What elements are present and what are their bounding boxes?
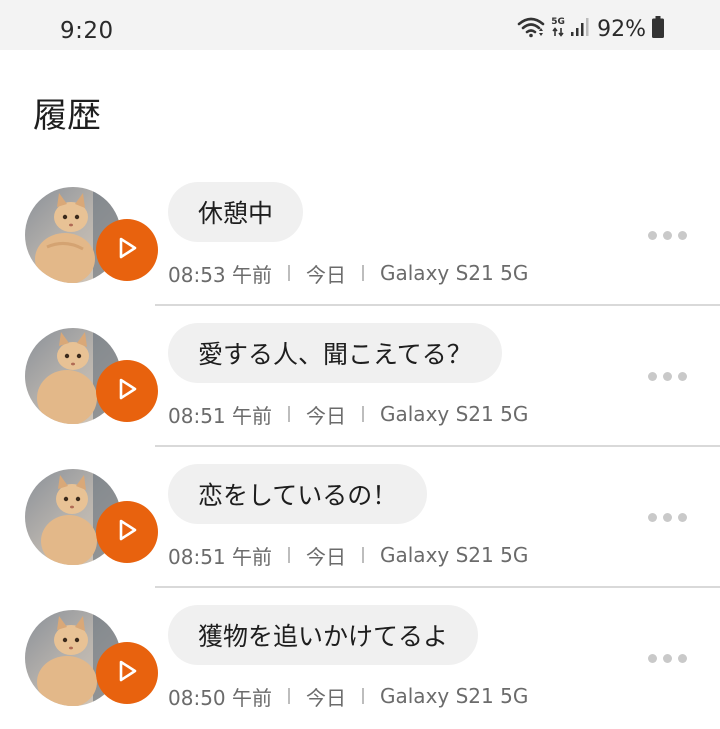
message-device: Galaxy S21 5G [380,684,529,708]
meta-divider [362,688,364,704]
more-icon[interactable] [648,652,687,664]
history-item[interactable]: 愛する人、聞こえてる？ 08:51 午前 今日 Galaxy S21 5G [0,306,720,447]
message-meta: 08:53 午前 今日 Galaxy S21 5G [168,261,529,287]
message-meta: 08:51 午前 今日 Galaxy S21 5G [168,402,529,428]
more-icon[interactable] [648,229,687,241]
message-day: 今日 [306,262,346,287]
meta-divider [362,547,364,563]
message-bubble: 愛する人、聞こえてる？ [168,323,502,383]
message-time: 08:53 午前 [168,262,272,287]
more-icon[interactable] [648,511,687,523]
message-day: 今日 [306,685,346,710]
history-list: 休憩中 08:53 午前 今日 Galaxy S21 5G 愛する人、聞こえてる… [0,165,720,729]
message-device: Galaxy S21 5G [380,543,529,567]
history-item[interactable]: 獲物を追いかけてるよ 08:50 午前 今日 Galaxy S21 5G [0,588,720,729]
play-icon [115,377,139,405]
meta-divider [288,265,290,281]
play-button[interactable] [96,219,158,281]
status-icons: 5G 92% [517,14,664,44]
meta-divider [288,547,290,563]
message-bubble: 獲物を追いかけてるよ [168,605,479,665]
message-meta: 08:51 午前 今日 Galaxy S21 5G [168,543,529,569]
network-type: 5G [551,18,565,40]
page-title: 履歴 [33,96,101,136]
message-day: 今日 [306,403,346,428]
message-meta: 08:50 午前 今日 Galaxy S21 5G [168,684,529,710]
battery-percent: 92% [597,16,646,42]
message-time: 08:51 午前 [168,544,272,569]
play-icon [115,659,139,687]
signal-icon [571,17,589,41]
play-button[interactable] [96,642,158,704]
message-bubble: 恋をしているの！ [168,464,428,524]
meta-divider [362,265,364,281]
play-icon [115,236,139,264]
play-button[interactable] [96,360,158,422]
status-bar: 9:20 5G 92% [0,0,720,50]
message-device: Galaxy S21 5G [380,261,529,285]
message-device: Galaxy S21 5G [380,402,529,426]
message-day: 今日 [306,544,346,569]
data-arrows-icon [551,27,565,40]
wifi-icon [517,16,545,42]
more-icon[interactable] [648,370,687,382]
meta-divider [288,688,290,704]
message-time: 08:50 午前 [168,685,272,710]
meta-divider [288,406,290,422]
play-button[interactable] [96,501,158,563]
battery-icon [652,16,664,42]
history-item[interactable]: 恋をしているの！ 08:51 午前 今日 Galaxy S21 5G [0,447,720,588]
message-bubble: 休憩中 [168,182,304,242]
play-icon [115,518,139,546]
meta-divider [362,406,364,422]
network-label: 5G [551,17,565,27]
history-item[interactable]: 休憩中 08:53 午前 今日 Galaxy S21 5G [0,165,720,306]
message-time: 08:51 午前 [168,403,272,428]
status-time: 9:20 [60,18,114,44]
